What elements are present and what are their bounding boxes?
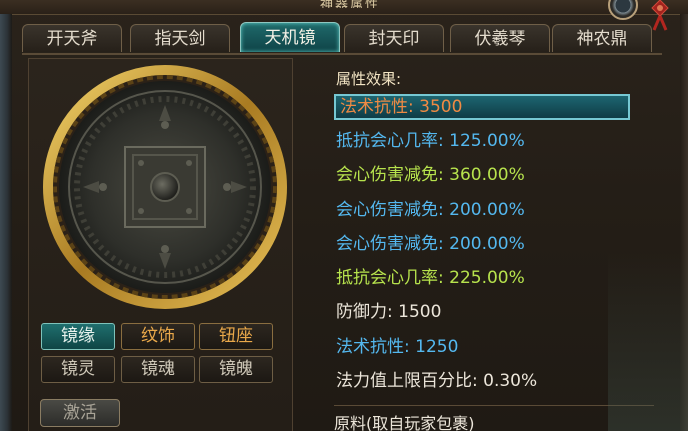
sub-button-jinghun[interactable]: 镜魂 xyxy=(121,356,195,383)
sub-button-niuzuo[interactable]: 钮座 xyxy=(199,323,273,350)
attributes-title: 属性效果: xyxy=(336,70,402,88)
section-divider xyxy=(334,405,654,406)
artifact-display-panel: 镜缘 纹饰 钮座 镜灵 镜魂 镜魄 xyxy=(28,58,293,431)
sub-button-wenshi[interactable]: 纹饰 xyxy=(121,323,195,350)
artifact-window: 神器属性 开天斧 指天剑 天机镜 封天印 伏羲琴 神农鼎 镜缘 纹饰 钮座 镜灵… xyxy=(0,0,688,431)
sub-button-jingling[interactable]: 镜灵 xyxy=(41,356,115,383)
attribute-row: 抵抗会心几率: 225.00% xyxy=(336,268,525,288)
artifact-tabs: 开天斧 指天剑 天机镜 封天印 伏羲琴 神农鼎 xyxy=(22,22,662,54)
left-border xyxy=(0,14,12,431)
attribute-row: 会心伤害减免: 360.00% xyxy=(336,165,525,185)
attribute-row: 法术抗性: 1250 xyxy=(336,337,459,357)
window-title-bar: 神器属性 xyxy=(0,0,688,15)
tab-shennongding[interactable]: 神农鼎 xyxy=(552,24,652,52)
tab-fengtianyin[interactable]: 封天印 xyxy=(344,24,444,52)
close-knob-icon[interactable] xyxy=(608,0,638,20)
attribute-row[interactable]: 法术抗性: 3500 xyxy=(334,94,630,120)
attribute-row: 会心伤害减免: 200.00% xyxy=(336,200,525,220)
window-title: 神器属性 xyxy=(319,0,380,8)
bronze-mirror-icon xyxy=(43,65,287,309)
tab-fuxiqin[interactable]: 伏羲琴 xyxy=(450,24,550,52)
sub-button-jingyuan[interactable]: 镜缘 xyxy=(41,323,115,350)
tab-zhitianjian[interactable]: 指天剑 xyxy=(130,24,230,52)
sub-button-jingpo[interactable]: 镜魄 xyxy=(199,356,273,383)
activate-button[interactable]: 激活 xyxy=(40,399,120,427)
tab-divider xyxy=(22,53,662,55)
attribute-row: 防御力: 1500 xyxy=(336,302,442,322)
attribute-row: 法力值上限百分比: 0.30% xyxy=(336,371,538,391)
tab-tianjijing[interactable]: 天机镜 xyxy=(240,22,340,52)
background-scenery xyxy=(608,250,688,431)
tab-kaitianfu[interactable]: 开天斧 xyxy=(22,24,122,52)
attribute-row: 抵抗会心几率: 125.00% xyxy=(336,131,525,151)
materials-title: 原料(取自玩家包裹) xyxy=(334,414,475,431)
attribute-panel: 属性效果: 法术抗性: 3500 抵抗会心几率: 125.00% 会心伤害减免:… xyxy=(300,58,654,431)
attribute-row: 会心伤害减免: 200.00% xyxy=(336,234,525,254)
